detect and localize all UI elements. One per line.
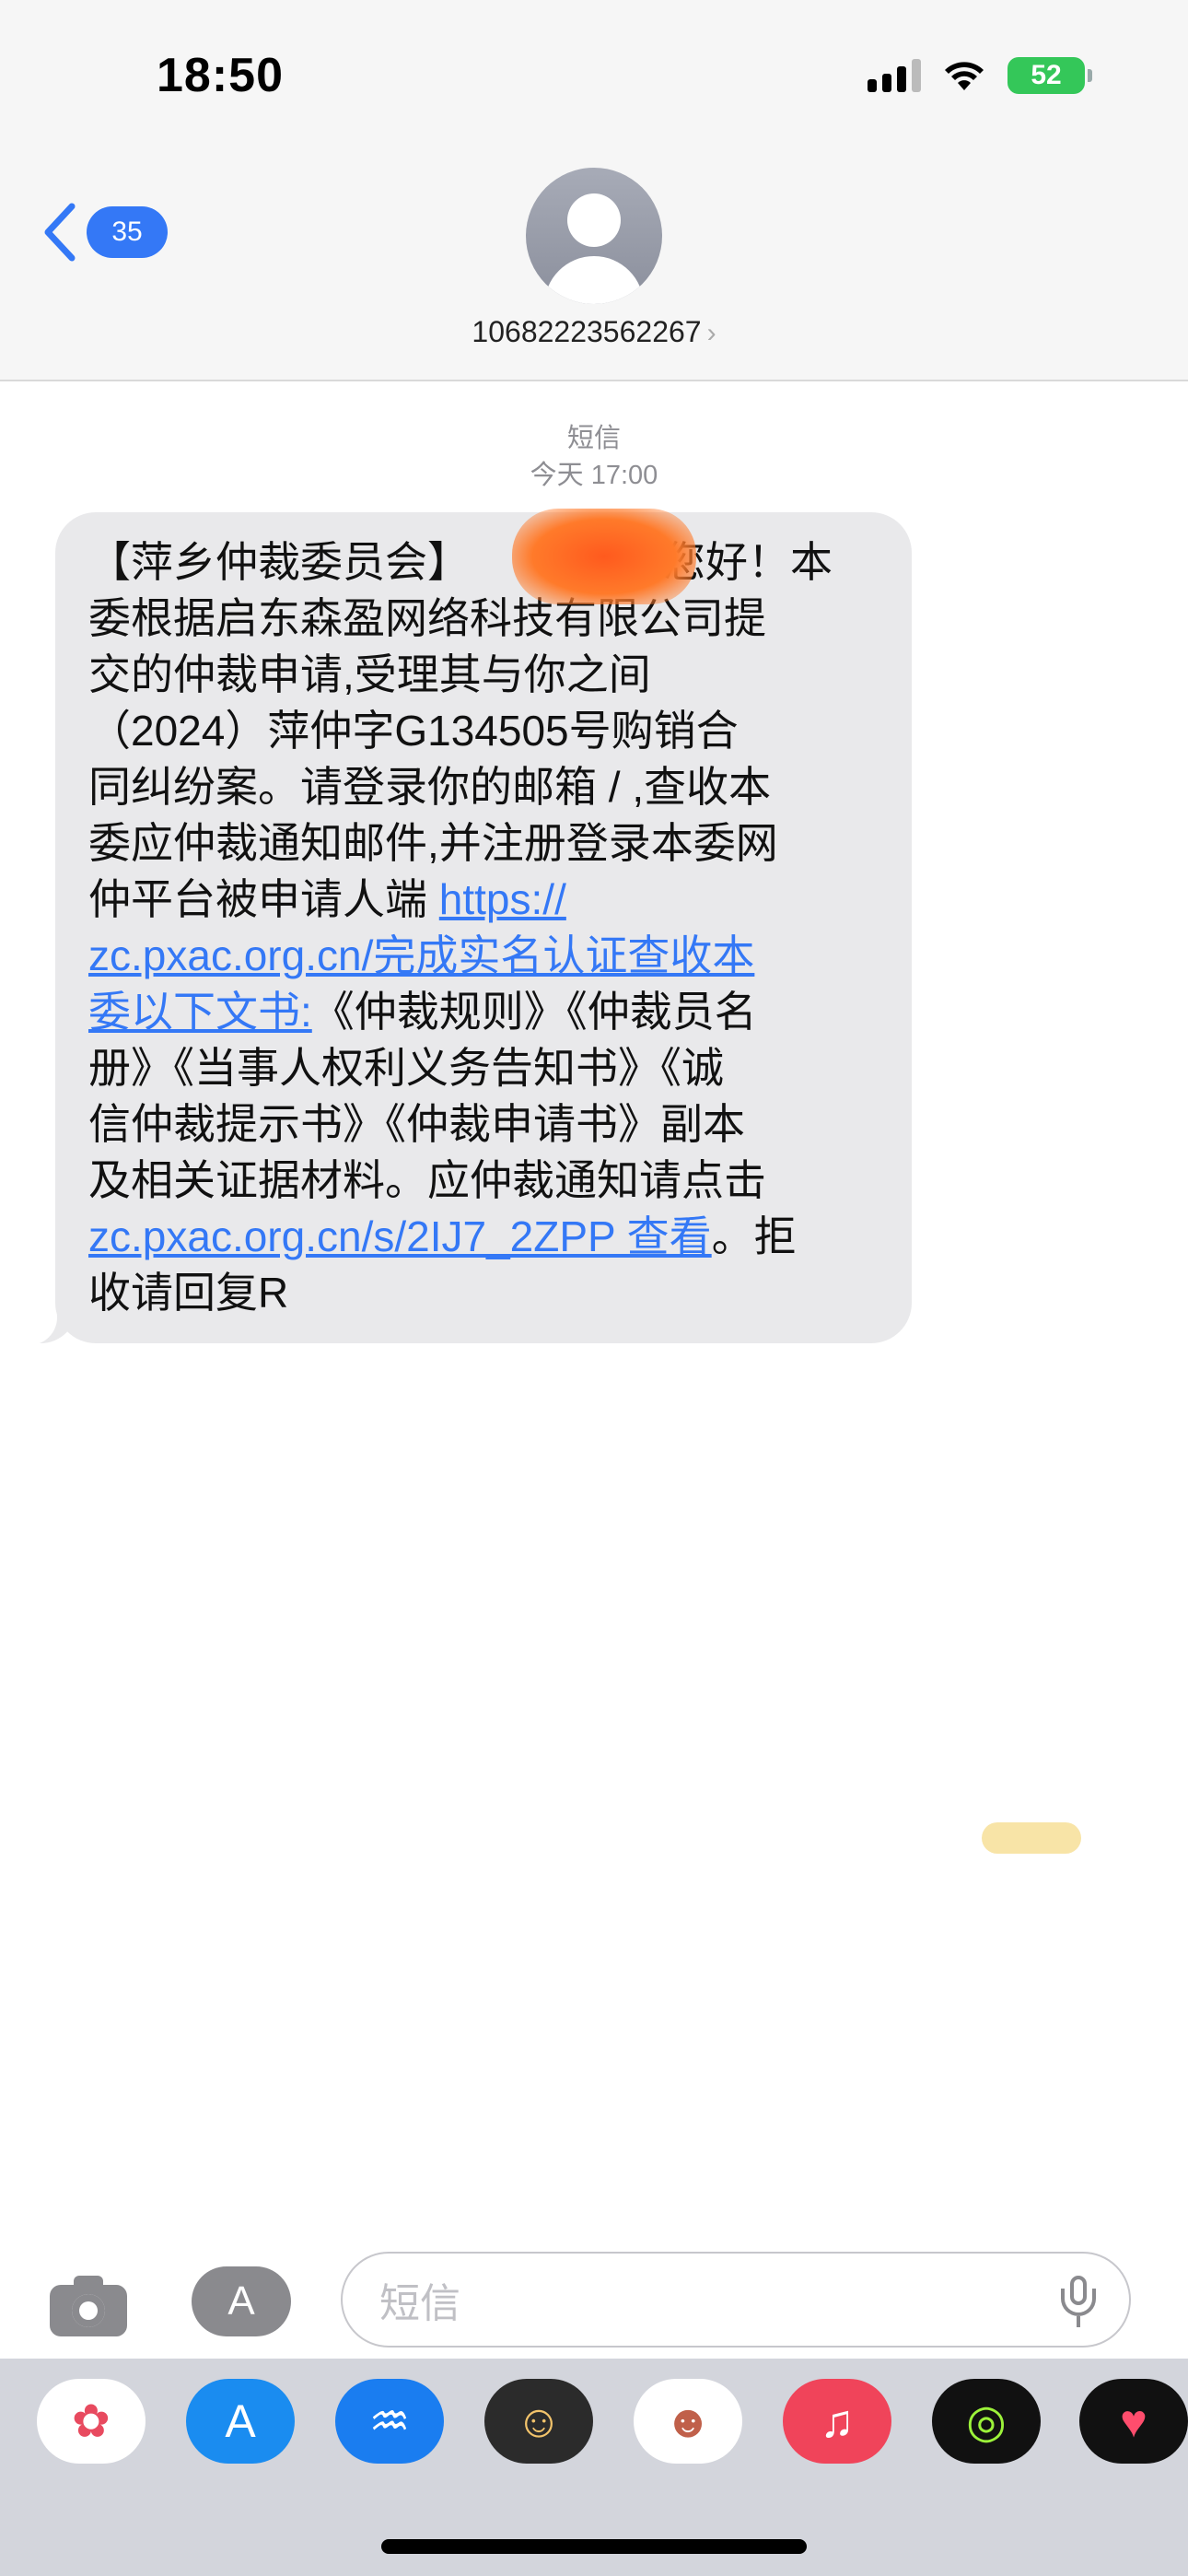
message-text: 收请回复R (88, 1269, 289, 1317)
message-text: 信仲裁提示书》《仲裁申请书》副本 (88, 1100, 745, 1148)
back-button[interactable]: 35 (42, 203, 168, 262)
fitness-icon[interactable]: ◎ (932, 2379, 1041, 2464)
message-text: 。拒 (711, 1212, 797, 1260)
chevron-right-icon: › (706, 318, 716, 348)
digital-touch-icon[interactable]: ♥ (1079, 2379, 1188, 2464)
service-label: 短信 (566, 424, 621, 453)
message-input[interactable]: 短信 (341, 2252, 1131, 2348)
message-line: 仲平台被申请人端 https:// (88, 872, 879, 928)
status-icons: 52 (868, 57, 1092, 94)
cellular-signal-icon (868, 59, 921, 92)
home-indicator[interactable] (381, 2539, 807, 2554)
unread-count-badge: 35 (87, 206, 168, 258)
message-line: zc.pxac.org.cn/完成实名认证查收本 (88, 928, 879, 984)
contact-name[interactable]: 10682223562267 › (0, 315, 1188, 349)
microphone-icon[interactable] (1055, 2276, 1101, 2327)
message-line: 同纠纷案。请登录你的邮箱 / ,查收本 (88, 759, 879, 815)
camera-button[interactable] (46, 2268, 131, 2338)
wifi-icon (945, 62, 984, 90)
message-text: （2024）萍仲字G134505号购销合 (88, 707, 739, 755)
music-icon[interactable]: ♫ (783, 2379, 891, 2464)
audio-icon[interactable]: ♒ (335, 2379, 444, 2464)
app-store-icon: A (227, 2278, 255, 2324)
photos-icon[interactable]: ✿ (37, 2379, 146, 2464)
message-input-placeholder: 短信 (379, 2281, 460, 2326)
message-text: 委应仲裁通知邮件,并注册登录本委网 (88, 819, 778, 867)
redaction-mark (512, 509, 696, 604)
battery-level: 52 (1031, 60, 1062, 90)
message-text: 同纠纷案。请登录你的邮箱 / ,查收本 (88, 763, 772, 811)
person-icon (567, 193, 621, 247)
chevron-left-icon (44, 203, 76, 262)
message-text: 及相关证据材料。应仲裁通知请点击 (88, 1156, 766, 1204)
conversation-header: 18:50 52 35 10682223562267 › (0, 0, 1188, 381)
message-link[interactable]: zc.pxac.org.cn/s/2IJ7_2ZPP 查看 (88, 1212, 712, 1260)
message-line: 交的仲裁申请,受理其与你之间 (88, 647, 879, 703)
message-link[interactable]: https:// (439, 875, 566, 923)
incoming-message-bubble: 【萍乡仲裁委员会】 您好！本 委根据启东森盈网络科技有限公司提 交的仲裁申请,受理其与… (55, 512, 912, 1343)
battery-icon: 52 (1007, 57, 1092, 94)
message-line: 信仲裁提示书》《仲裁申请书》副本 (88, 1096, 879, 1153)
message-text: 《仲裁规则》《仲裁员名 (311, 988, 757, 1036)
message-line: zc.pxac.org.cn/s/2IJ7_2ZPP 查看。拒 (88, 1209, 879, 1265)
message-line: 委以下文书:《仲裁规则》《仲裁员名 (88, 984, 879, 1040)
message-text: 交的仲裁申请,受理其与你之间 (88, 650, 651, 698)
status-time: 18:50 (157, 49, 284, 102)
message-line: 委应仲裁通知邮件,并注册登录本委网 (88, 815, 879, 872)
image-smudge (982, 1822, 1081, 1854)
apps-button[interactable]: A (192, 2266, 291, 2336)
contact-avatar[interactable] (526, 168, 662, 304)
memoji-icon[interactable]: ☺ (484, 2379, 593, 2464)
memoji-stickers-icon[interactable]: ☻ (634, 2379, 742, 2464)
message-link[interactable]: 委以下文书: (88, 988, 312, 1036)
contact-number: 10682223562267 (472, 315, 702, 348)
message-timestamp: 今天 17:00 (530, 461, 658, 490)
message-text: 册》《当事人权利义务告知书》《诚 (88, 1044, 724, 1092)
message-text: 【萍乡仲裁委员会】 (88, 538, 470, 586)
message-link[interactable]: zc.pxac.org.cn/完成实名认证查收本 (88, 931, 754, 979)
message-line: （2024）萍仲字G134505号购销合 (88, 703, 879, 759)
message-line: 及相关证据材料。应仲裁通知请点击 (88, 1153, 879, 1209)
app-store-icon[interactable]: A (186, 2379, 295, 2464)
message-line: 委根据启东森盈网络科技有限公司提 (88, 591, 879, 647)
message-line: 收请回复R (88, 1265, 879, 1321)
message-composer: A 短信 (0, 2248, 1188, 2359)
message-line: 册》《当事人权利义务告知书》《诚 (88, 1040, 879, 1096)
message-line: 【萍乡仲裁委员会】 您好！本 (88, 534, 879, 591)
message-text: 仲平台被申请人端 (88, 875, 439, 923)
